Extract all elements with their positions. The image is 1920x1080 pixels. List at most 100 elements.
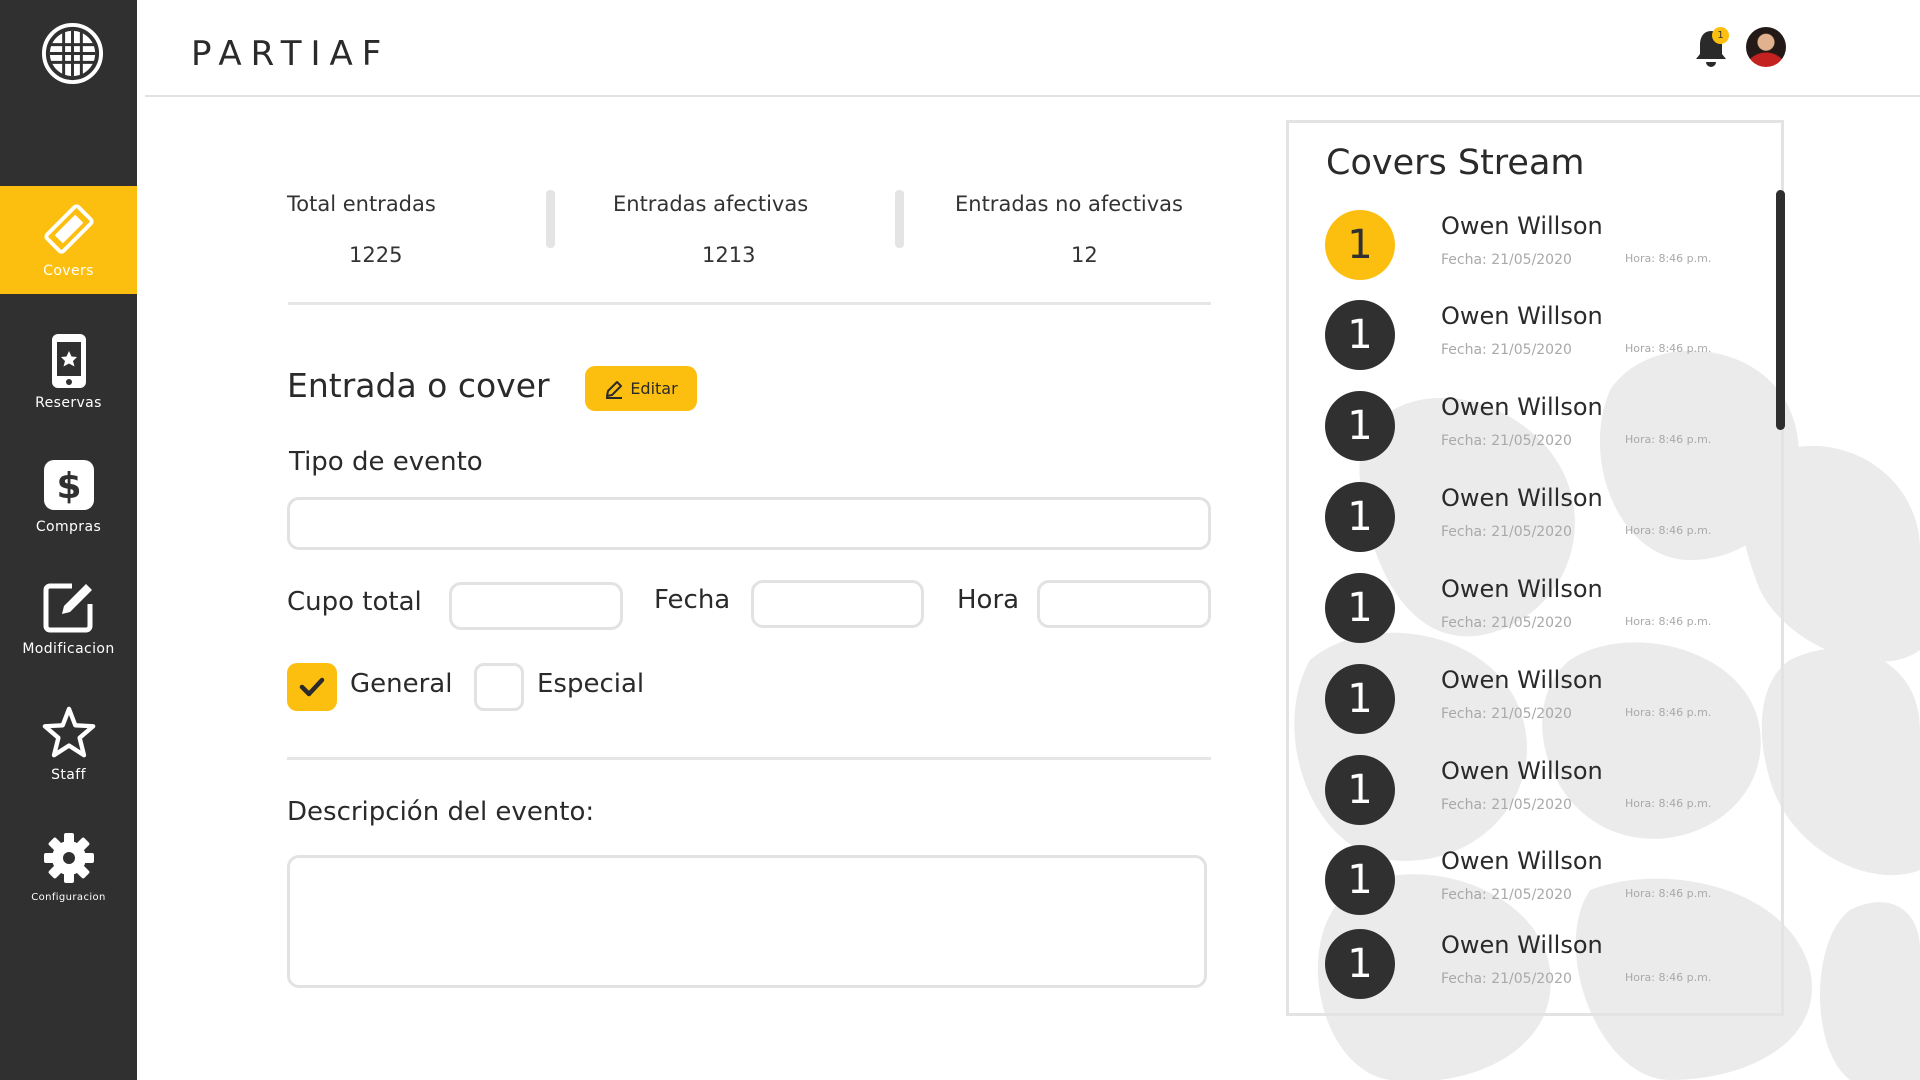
- stream-list-item[interactable]: 1 Owen Willson Fecha: 21/05/2020 Hora: 8…: [1325, 300, 1725, 374]
- star-icon: [41, 705, 97, 761]
- stream-item-date: Fecha: 21/05/2020: [1441, 706, 1572, 722]
- stat-label-no-afectivas: Entradas no afectivas: [955, 192, 1183, 216]
- stream-item-time: Hora: 8:46 p.m.: [1625, 887, 1712, 900]
- stream-item-date: Fecha: 21/05/2020: [1441, 797, 1572, 813]
- section-title: Entrada o cover: [287, 366, 550, 405]
- stream-item-name: Owen Willson: [1441, 575, 1603, 603]
- stream-item-name: Owen Willson: [1441, 302, 1603, 330]
- cupo-total-label: Cupo total: [287, 587, 422, 617]
- stat-value-no-afectivas: 12: [1071, 243, 1098, 267]
- fecha-input[interactable]: [751, 580, 924, 628]
- stream-title: Covers Stream: [1326, 143, 1585, 183]
- stream-item-date: Fecha: 21/05/2020: [1441, 342, 1572, 358]
- tipo-evento-input[interactable]: [287, 497, 1211, 550]
- stat-value-total: 1225: [349, 243, 403, 267]
- stream-item-name: Owen Willson: [1441, 931, 1603, 959]
- stream-scrollbar[interactable]: [1776, 190, 1785, 430]
- stream-item-number: 1: [1325, 300, 1395, 370]
- stream-item-time: Hora: 8:46 p.m.: [1625, 342, 1712, 355]
- notification-badge: 1: [1712, 27, 1729, 44]
- stream-item-date: Fecha: 21/05/2020: [1441, 971, 1572, 987]
- stream-item-number: 1: [1325, 482, 1395, 552]
- stream-item-time: Hora: 8:46 p.m.: [1625, 433, 1712, 446]
- edit-button-label: Editar: [630, 379, 678, 398]
- stream-item-date: Fecha: 21/05/2020: [1441, 887, 1572, 903]
- stream-item-number: 1: [1325, 210, 1395, 280]
- phone-star-icon: [41, 333, 97, 389]
- stream-item-date: Fecha: 21/05/2020: [1441, 252, 1572, 268]
- especial-label: Especial: [537, 669, 645, 699]
- tipo-evento-label: Tipo de evento: [289, 447, 483, 477]
- header-divider: [145, 95, 1920, 97]
- stream-item-number: 1: [1325, 929, 1395, 999]
- sidebar-item-configuracion[interactable]: Configuracion: [0, 812, 137, 920]
- general-label: General: [350, 669, 453, 699]
- sidebar-item-label: Modificacion: [22, 641, 115, 657]
- stream-list-item[interactable]: 1 Owen Willson Fecha: 21/05/2020 Hora: 8…: [1325, 664, 1725, 738]
- stream-item-time: Hora: 8:46 p.m.: [1625, 252, 1712, 265]
- sidebar: Covers Reservas $ Compras Modificacion S…: [0, 0, 137, 1080]
- stream-item-name: Owen Willson: [1441, 212, 1603, 240]
- edit-button[interactable]: Editar: [585, 366, 697, 411]
- stat-value-afectivas: 1213: [702, 243, 756, 267]
- stat-divider: [895, 190, 904, 248]
- sidebar-item-compras[interactable]: $ Compras: [0, 442, 137, 550]
- general-checkbox[interactable]: [287, 663, 337, 711]
- avatar[interactable]: [1746, 27, 1786, 67]
- stream-item-name: Owen Willson: [1441, 393, 1603, 421]
- stream-item-name: Owen Willson: [1441, 847, 1603, 875]
- sidebar-item-label: Compras: [35, 519, 102, 535]
- stream-list-item[interactable]: 1 Owen Willson Fecha: 21/05/2020 Hora: 8…: [1325, 845, 1725, 919]
- checkmark-icon: [299, 677, 325, 697]
- stream-item-time: Hora: 8:46 p.m.: [1625, 615, 1712, 628]
- stream-list-item[interactable]: 1 Owen Willson Fecha: 21/05/2020 Hora: 8…: [1325, 391, 1725, 465]
- stream-list-item[interactable]: 1 Owen Willson Fecha: 21/05/2020 Hora: 8…: [1325, 573, 1725, 647]
- stream-list-item[interactable]: 1 Owen Willson Fecha: 21/05/2020 Hora: 8…: [1325, 482, 1725, 556]
- fecha-label: Fecha: [654, 585, 731, 615]
- stat-label-total: Total entradas: [287, 192, 436, 216]
- sidebar-item-modificacion[interactable]: Modificacion: [0, 564, 137, 672]
- gear-icon: [41, 830, 97, 886]
- sidebar-item-label: Reservas: [35, 395, 102, 411]
- cupo-total-input[interactable]: [449, 582, 623, 630]
- especial-checkbox[interactable]: [474, 663, 524, 711]
- sidebar-item-label: Covers: [43, 263, 94, 279]
- pencil-icon: [606, 380, 623, 399]
- stream-list-item[interactable]: 1 Owen Willson Fecha: 21/05/2020 Hora: 8…: [1325, 929, 1725, 1003]
- sidebar-item-staff[interactable]: Staff: [0, 690, 137, 798]
- stream-item-name: Owen Willson: [1441, 484, 1603, 512]
- hora-input[interactable]: [1037, 580, 1211, 628]
- sidebar-item-covers[interactable]: Covers: [0, 186, 137, 294]
- stream-item-time: Hora: 8:46 p.m.: [1625, 971, 1712, 984]
- dollar-icon: $: [41, 457, 97, 513]
- svg-text:$: $: [56, 466, 81, 507]
- sidebar-item-label: Staff: [51, 767, 86, 783]
- stream-item-number: 1: [1325, 664, 1395, 734]
- stream-item-number: 1: [1325, 573, 1395, 643]
- stream-list-item[interactable]: 1 Owen Willson Fecha: 21/05/2020 Hora: 8…: [1325, 755, 1725, 829]
- descripcion-textarea[interactable]: [287, 855, 1207, 988]
- globe-logo-icon[interactable]: [41, 22, 104, 85]
- stat-label-afectivas: Entradas afectivas: [613, 192, 809, 216]
- edit-icon: [41, 579, 97, 635]
- stream-item-date: Fecha: 21/05/2020: [1441, 433, 1572, 449]
- stream-list-item[interactable]: 1 Owen Willson Fecha: 21/05/2020 Hora: 8…: [1325, 210, 1725, 284]
- descripcion-label: Descripción del evento:: [287, 797, 595, 827]
- ticket-icon: [41, 201, 97, 257]
- brand-logo: PARTIAF: [191, 34, 391, 74]
- stream-item-time: Hora: 8:46 p.m.: [1625, 706, 1712, 719]
- stream-item-time: Hora: 8:46 p.m.: [1625, 797, 1712, 810]
- stream-item-number: 1: [1325, 845, 1395, 915]
- stream-item-number: 1: [1325, 755, 1395, 825]
- sidebar-item-reservas[interactable]: Reservas: [0, 318, 137, 426]
- stream-item-date: Fecha: 21/05/2020: [1441, 615, 1572, 631]
- section-divider: [287, 757, 1211, 760]
- stream-item-name: Owen Willson: [1441, 757, 1603, 785]
- stream-item-time: Hora: 8:46 p.m.: [1625, 524, 1712, 537]
- stat-divider: [546, 190, 555, 248]
- sidebar-item-label: Configuracion: [31, 891, 106, 903]
- hora-label: Hora: [957, 585, 1020, 615]
- section-divider: [288, 302, 1211, 305]
- stream-item-number: 1: [1325, 391, 1395, 461]
- stream-item-name: Owen Willson: [1441, 666, 1603, 694]
